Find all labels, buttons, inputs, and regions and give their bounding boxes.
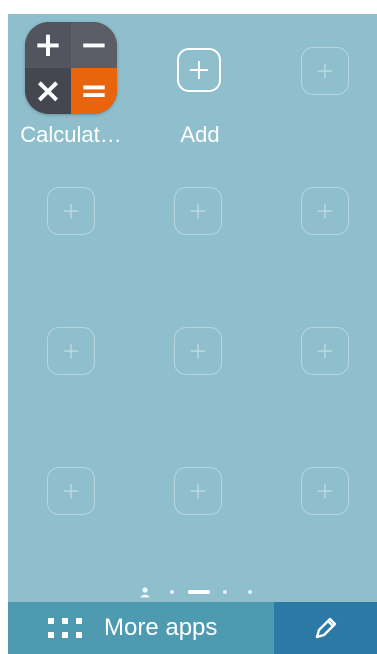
empty-slot-plus-icon[interactable]: [174, 187, 222, 235]
page-indicator[interactable]: [8, 586, 377, 598]
plus-icon: [177, 48, 221, 92]
person-icon: [140, 587, 150, 598]
page-dot[interactable]: [170, 590, 174, 594]
page-dot[interactable]: [248, 590, 252, 594]
empty-slot-plus-icon[interactable]: [47, 187, 95, 235]
empty-slot-plus-icon[interactable]: [47, 467, 95, 515]
app-label-calculator: Calculat…: [20, 122, 122, 147]
grid-icon: [48, 617, 84, 639]
calculator-times-symbol: ×: [25, 68, 71, 114]
empty-slot-plus-icon[interactable]: [174, 467, 222, 515]
add-label: Add: [180, 122, 220, 147]
calculator-equals-symbol: =: [71, 68, 117, 114]
empty-slot-plus-icon[interactable]: [301, 47, 349, 95]
empty-slot-plus-icon[interactable]: [174, 327, 222, 375]
edit-button[interactable]: [274, 602, 377, 654]
calculator-plus-symbol: +: [25, 22, 71, 68]
empty-slot-plus-icon[interactable]: [47, 327, 95, 375]
page-dot-current[interactable]: [188, 590, 210, 594]
empty-slot-plus-icon[interactable]: [301, 467, 349, 515]
more-apps-button[interactable]: More apps: [8, 602, 274, 654]
pencil-icon: [315, 617, 336, 639]
home-screen: + − × = Calculat… Add More apps: [8, 14, 377, 654]
more-apps-label: More apps: [104, 614, 218, 641]
empty-slot-plus-icon[interactable]: [301, 327, 349, 375]
calculator-icon: + − × =: [25, 22, 117, 114]
calculator-minus-symbol: −: [71, 22, 117, 68]
add-app-button[interactable]: Add: [142, 14, 258, 154]
page-dot[interactable]: [223, 590, 227, 594]
empty-slot-plus-icon[interactable]: [301, 187, 349, 235]
app-calculator[interactable]: + − × = Calculat…: [8, 14, 134, 154]
bottom-bar: More apps: [8, 602, 377, 654]
